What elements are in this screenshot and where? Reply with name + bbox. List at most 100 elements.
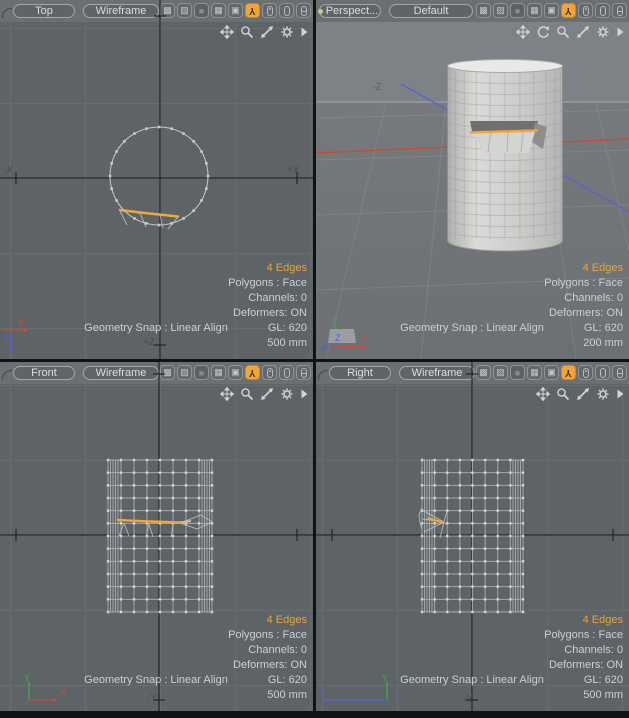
shading-mode-dropdown[interactable]: Wireframe — [83, 4, 159, 18]
channels-count: Channels: 0 — [400, 643, 623, 658]
viewport-toggle-icons: ▩ ▨ ■ ▦ ▣ Y — [160, 3, 311, 18]
viewport-front-header: Front Wireframe ▩ ▨ ■ ▦ ▣ Y — [0, 362, 313, 384]
pin-icon[interactable] — [262, 365, 277, 380]
view-type-dropdown[interactable]: Front — [13, 366, 75, 380]
notch-bottom-face — [472, 132, 535, 154]
viewport-corner-handle-icon[interactable] — [2, 370, 12, 380]
viewport-info-readout: 4 Edges Polygons : Face Channels: 0 Defo… — [84, 261, 307, 351]
zoom-icon[interactable] — [240, 387, 254, 401]
overlap-squares-icon[interactable]: ▣ — [544, 3, 559, 18]
viewport-top[interactable]: Top Wireframe ▩ ▨ ■ ▦ ▣ Y — [0, 0, 313, 359]
view-type-dropdown[interactable]: Right — [329, 366, 391, 380]
pan-icon[interactable] — [220, 25, 234, 39]
checker-dashed-icon[interactable]: ▨ — [493, 3, 508, 18]
axis-float-label: -Z — [372, 82, 381, 93]
action-center-icon[interactable]: Y — [245, 365, 260, 380]
snap-mode: Geometry Snap : Linear Align — [84, 673, 228, 688]
maximize-icon[interactable] — [260, 387, 274, 401]
checker-solid-icon[interactable]: ▩ — [476, 365, 491, 380]
capsule-icon[interactable] — [279, 365, 294, 380]
action-center-icon[interactable]: Y — [561, 3, 576, 18]
maximize-icon[interactable] — [576, 387, 590, 401]
viewport-corner-handle-icon[interactable] — [2, 8, 12, 18]
settings-gear-icon[interactable] — [596, 387, 610, 401]
channels-count: Channels: 0 — [400, 291, 623, 306]
action-center-icon[interactable]: Y — [245, 3, 260, 18]
gl-readout: GL: 620 — [268, 321, 307, 336]
grid-size: 500 mm — [84, 336, 307, 351]
settings-gear-icon[interactable] — [596, 25, 610, 39]
selection-count: 4 Edges — [400, 613, 623, 628]
viewport-nav-controls — [220, 387, 309, 401]
dotted-square-icon[interactable]: ▦ — [527, 3, 542, 18]
viewport-toggle-icons: ▩ ▨ ■ ▦ ▣ Y — [160, 365, 311, 380]
view-type-label: Front — [31, 367, 57, 379]
viewport-info-readout: 4 Edges Polygons : Face Channels: 0 Defo… — [400, 613, 623, 703]
viewport-corner-handle-icon[interactable] — [318, 370, 328, 380]
flyout-arrow-icon[interactable] — [616, 26, 625, 38]
action-center-icon[interactable]: Y — [561, 365, 576, 380]
zoom-icon[interactable] — [556, 387, 570, 401]
checker-dashed-icon[interactable]: ▨ — [177, 3, 192, 18]
solid-square-icon[interactable]: ■ — [510, 3, 525, 18]
solid-square-icon[interactable]: ■ — [194, 365, 209, 380]
maximize-icon[interactable] — [260, 25, 274, 39]
snap-mode: Geometry Snap : Linear Align — [400, 673, 544, 688]
channels-count: Channels: 0 — [84, 643, 307, 658]
pin-icon[interactable] — [578, 365, 593, 380]
checker-solid-icon[interactable]: ▩ — [476, 3, 491, 18]
ibeam-icon[interactable] — [296, 365, 311, 380]
pan-icon[interactable] — [536, 387, 550, 401]
checker-dashed-icon[interactable]: ▨ — [493, 365, 508, 380]
zoom-icon[interactable] — [556, 25, 570, 39]
ibeam-icon[interactable] — [612, 3, 627, 18]
dotted-square-icon[interactable]: ▦ — [211, 3, 226, 18]
viewport-front[interactable]: Front Wireframe ▩ ▨ ■ ▦ ▣ Y — [0, 362, 313, 711]
overlap-squares-icon[interactable]: ▣ — [228, 3, 243, 18]
selection-count: 4 Edges — [84, 613, 307, 628]
viewport-toggle-icons: ▩ ▨ ■ ▦ ▣ Y — [476, 365, 627, 380]
shading-mode-dropdown[interactable]: Wireframe — [83, 366, 159, 380]
view-type-label: Top — [35, 5, 53, 17]
dotted-square-icon[interactable]: ▦ — [527, 365, 542, 380]
shading-mode-dropdown[interactable]: Default — [389, 4, 473, 18]
maximize-icon[interactable] — [576, 25, 590, 39]
flyout-arrow-icon[interactable] — [300, 26, 309, 38]
settings-gear-icon[interactable] — [280, 387, 294, 401]
pan-icon[interactable] — [516, 25, 530, 39]
pin-icon[interactable] — [578, 3, 593, 18]
viewport-perspective[interactable]: Perspect... Default ▩ ▨ ■ ▦ ▣ Y — [316, 0, 629, 359]
dotted-square-icon[interactable]: ▦ — [211, 365, 226, 380]
cylinder-mesh — [448, 60, 563, 252]
checker-solid-icon[interactable]: ▩ — [160, 365, 175, 380]
snap-mode: Geometry Snap : Linear Align — [84, 321, 228, 336]
capsule-icon[interactable] — [595, 3, 610, 18]
ibeam-icon[interactable] — [296, 3, 311, 18]
orbit-icon[interactable] — [536, 25, 550, 39]
selected-edges — [471, 131, 538, 133]
ibeam-icon[interactable] — [612, 365, 627, 380]
grid-size: 500 mm — [400, 688, 623, 703]
svg-text:Y: Y — [24, 673, 30, 683]
viewport-right[interactable]: Right Wireframe ▩ ▨ ■ ▦ ▣ Y — [316, 362, 629, 711]
checker-solid-icon[interactable]: ▩ — [160, 3, 175, 18]
pan-icon[interactable] — [220, 387, 234, 401]
overlap-squares-icon[interactable]: ▣ — [544, 365, 559, 380]
checker-dashed-icon[interactable]: ▨ — [177, 365, 192, 380]
polygon-mode: Polygons : Face — [400, 276, 623, 291]
view-type-dropdown[interactable]: Top — [13, 4, 75, 18]
solid-square-icon[interactable]: ■ — [510, 365, 525, 380]
flyout-arrow-icon[interactable] — [616, 388, 625, 400]
zoom-icon[interactable] — [240, 25, 254, 39]
settings-gear-icon[interactable] — [280, 25, 294, 39]
shading-mode-dropdown[interactable]: Wireframe — [399, 366, 475, 380]
view-type-dropdown[interactable]: Perspect... — [319, 4, 381, 18]
overlap-squares-icon[interactable]: ▣ — [228, 365, 243, 380]
solid-square-icon[interactable]: ■ — [194, 3, 209, 18]
capsule-icon[interactable] — [595, 365, 610, 380]
pin-icon[interactable] — [262, 3, 277, 18]
capsule-icon[interactable] — [279, 3, 294, 18]
deformers-state: Deformers: ON — [84, 306, 307, 321]
svg-text:Y: Y — [332, 317, 338, 327]
flyout-arrow-icon[interactable] — [300, 388, 309, 400]
